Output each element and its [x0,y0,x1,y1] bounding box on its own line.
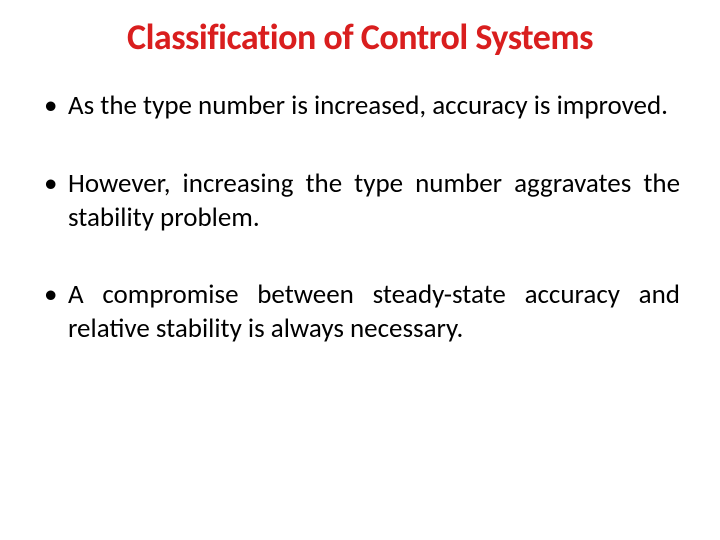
list-item: A compromise between steady-state accura… [40,278,680,346]
bullet-list: As the type number is increased, accurac… [40,89,680,346]
page-title: Classification of Control Systems [40,15,680,59]
list-item: However, increasing the type number aggr… [40,167,680,235]
list-item: As the type number is increased, accurac… [40,89,680,123]
